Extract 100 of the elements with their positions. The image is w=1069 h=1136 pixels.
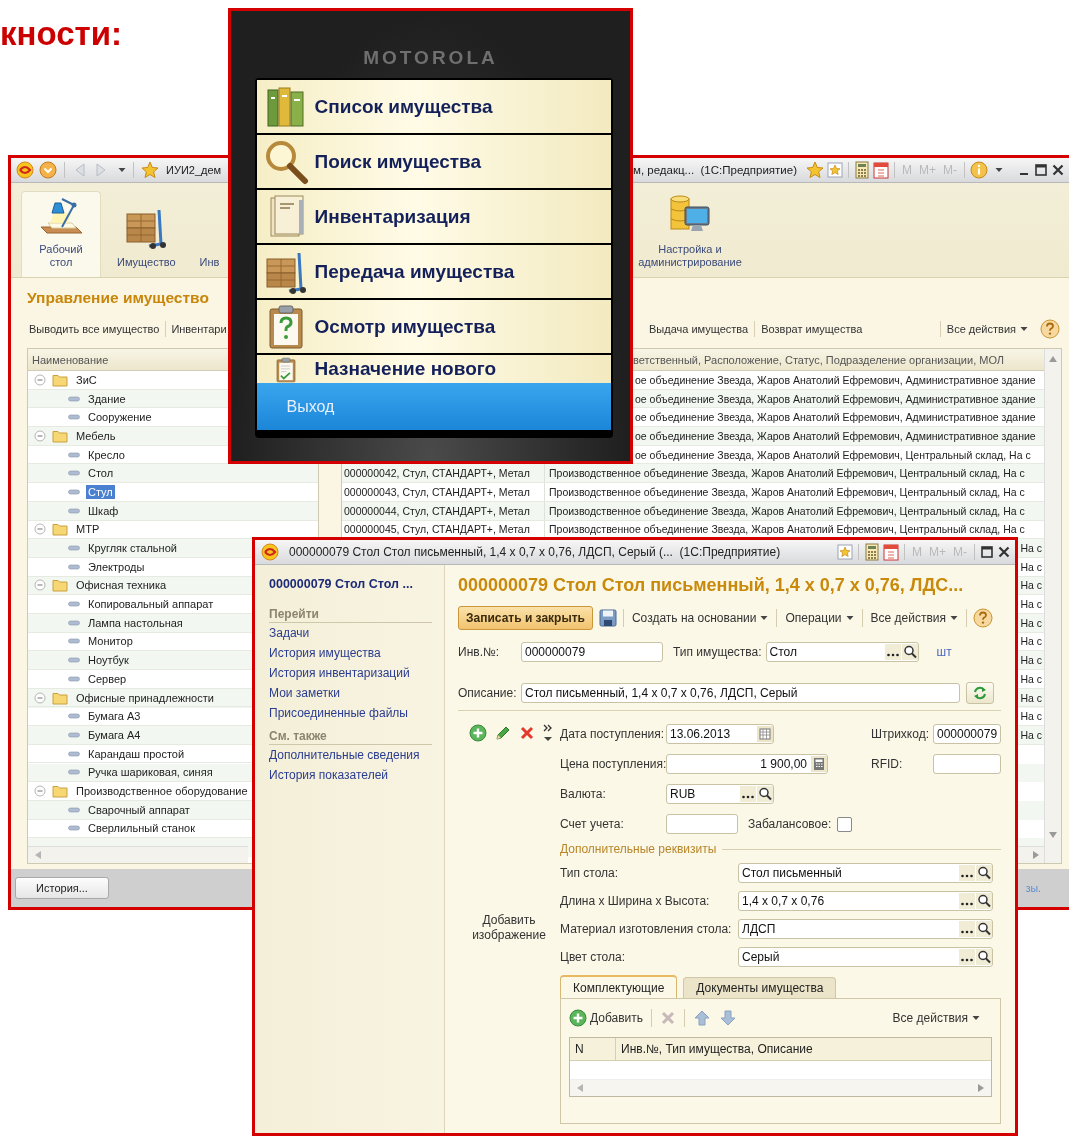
nav-link[interactable]: Задачи <box>269 623 310 643</box>
close-icon[interactable] <box>1051 163 1065 177</box>
input-field[interactable]: Стол <box>765 642 919 662</box>
round-logo-icon[interactable] <box>261 543 279 561</box>
input-field[interactable]: RUB <box>666 784 774 804</box>
refresh-button[interactable] <box>966 682 994 704</box>
section-tab[interactable]: Инв <box>191 191 228 277</box>
search-icon[interactable] <box>901 644 918 660</box>
nav-link[interactable]: Дополнительные сведения <box>269 745 420 765</box>
dropdown-icon[interactable] <box>39 161 57 179</box>
item-label[interactable]: Офисные принадлежности <box>74 690 216 705</box>
ellipsis-icon[interactable] <box>959 865 975 881</box>
input-field[interactable]: Серый <box>738 947 993 967</box>
all-actions-menu[interactable]: Все действия <box>886 1009 986 1027</box>
pencil-icon[interactable] <box>493 724 512 742</box>
nav-link[interactable]: История инвентаризаций <box>269 663 410 683</box>
tab[interactable]: Комплектующие <box>560 975 678 998</box>
search-icon[interactable] <box>976 921 992 937</box>
ellipsis-icon[interactable] <box>959 949 975 965</box>
item-label[interactable]: Кресло <box>86 447 127 462</box>
item-label[interactable]: Кругляк стальной <box>86 541 179 556</box>
item-label[interactable]: Электроды <box>86 559 147 574</box>
delete-icon[interactable] <box>518 725 535 741</box>
input-field[interactable]: 1,4 x 0,7 x 0,76 <box>738 891 993 911</box>
calendar-icon[interactable] <box>757 726 773 742</box>
horizontal-scrollbar[interactable] <box>570 1080 991 1096</box>
nav-link[interactable]: Мои заметки <box>269 683 340 703</box>
item-label[interactable]: Сверлильный станок <box>86 821 197 836</box>
item-label[interactable]: Стул <box>86 484 115 499</box>
search-icon[interactable] <box>976 949 992 965</box>
item-label[interactable]: МТР <box>74 522 102 537</box>
checkbox[interactable] <box>837 816 853 832</box>
down-arrow-icon[interactable] <box>719 1009 738 1027</box>
scroll-left-icon[interactable] <box>576 1083 584 1093</box>
input-field[interactable] <box>933 754 1001 774</box>
collapse-icon[interactable] <box>34 691 46 704</box>
scroll-right-icon[interactable] <box>1032 850 1040 860</box>
calculator-icon[interactable] <box>864 543 880 561</box>
command-button[interactable]: Инвентари <box>165 321 227 337</box>
ellipsis-icon[interactable] <box>884 644 901 660</box>
input-field[interactable]: Стол письменный, 1,4 x 0,7 x 0,76, ЛДСП, Серый <box>521 683 960 703</box>
item-label[interactable]: Офисная техника <box>74 578 169 593</box>
collapse-icon[interactable] <box>34 373 46 386</box>
menu-button[interactable]: Создать на основании <box>629 609 771 627</box>
input-field[interactable]: ЛДСП <box>738 919 993 939</box>
menu-item[interactable]: Инвентаризация <box>256 190 611 243</box>
horizontal-scrollbar[interactable] <box>28 846 248 863</box>
menu-item[interactable]: Осмотр имущества <box>256 300 611 353</box>
item-label[interactable]: Сооружение <box>86 410 154 425</box>
item-label[interactable]: Бумага А3 <box>86 709 143 724</box>
all-actions-menu[interactable]: Все действия <box>939 321 1034 337</box>
item-label[interactable]: ЗиС <box>74 372 99 387</box>
delete-icon[interactable] <box>660 1010 677 1026</box>
menu-item[interactable]: Поиск имущества <box>256 135 611 188</box>
star-icon[interactable] <box>806 161 824 179</box>
more-chevrons-icon[interactable] <box>541 723 554 743</box>
section-tab[interactable]: Имущество <box>109 191 184 277</box>
item-label[interactable]: Ручка шариковая, синяя <box>86 765 215 780</box>
input-field[interactable]: Стол письменный <box>738 863 993 883</box>
close-icon[interactable] <box>997 545 1011 559</box>
item-label[interactable]: Производственное оборудование <box>74 783 250 798</box>
maximize-icon[interactable] <box>1034 163 1048 177</box>
item-label[interactable]: Бумага А4 <box>86 727 143 742</box>
menu-button[interactable]: Все действия <box>868 609 961 627</box>
collapse-icon[interactable] <box>34 523 46 536</box>
section-tab[interactable]: Настройка и администрирование <box>633 191 753 277</box>
save-and-close-button[interactable]: Записать и закрыть <box>458 606 593 630</box>
input-field[interactable]: 1 900,00 <box>666 754 828 774</box>
calendar-icon[interactable] <box>883 543 899 561</box>
item-label[interactable]: Здание <box>86 391 128 406</box>
nav-link[interactable]: История показателей <box>269 765 389 785</box>
item-label[interactable]: Сервер <box>86 671 129 686</box>
refresh-icon[interactable] <box>972 685 988 701</box>
nav-link[interactable]: Присоединенные файлы <box>269 703 408 723</box>
info-icon[interactable] <box>970 161 988 179</box>
horizontal-scrollbar[interactable] <box>1018 846 1044 863</box>
item-label[interactable]: Шкаф <box>86 503 121 518</box>
item-label[interactable]: Мебель <box>74 428 118 443</box>
tab[interactable]: Документы имущества <box>683 977 837 998</box>
command-button[interactable]: Возврат имущества <box>754 321 869 337</box>
item-label[interactable]: Карандаш простой <box>86 746 187 761</box>
scroll-right-icon[interactable] <box>977 1083 985 1093</box>
add-icon[interactable] <box>569 1009 587 1027</box>
round-logo-icon[interactable] <box>16 161 34 179</box>
vertical-scrollbar[interactable] <box>1044 349 1061 863</box>
maximize-icon[interactable] <box>980 545 994 559</box>
history-button[interactable]: История... <box>15 877 109 899</box>
unit-link[interactable]: шт <box>936 645 952 659</box>
help-icon[interactable] <box>973 608 994 628</box>
scroll-down-icon[interactable] <box>1048 831 1058 839</box>
section-tab[interactable]: Рабочий стол <box>21 191 101 277</box>
item-label[interactable]: Ноутбук <box>86 653 131 668</box>
item-label[interactable]: Монитор <box>86 634 135 649</box>
menu-button[interactable]: Операции <box>783 609 856 627</box>
item-label[interactable]: Стол <box>86 466 116 481</box>
collapse-icon[interactable] <box>34 429 46 442</box>
item-label[interactable]: Сварочный аппарат <box>86 802 192 817</box>
calculator-icon[interactable] <box>811 756 827 772</box>
item-label[interactable]: Лампа настольная <box>86 615 185 630</box>
calendar-icon[interactable] <box>873 161 889 179</box>
